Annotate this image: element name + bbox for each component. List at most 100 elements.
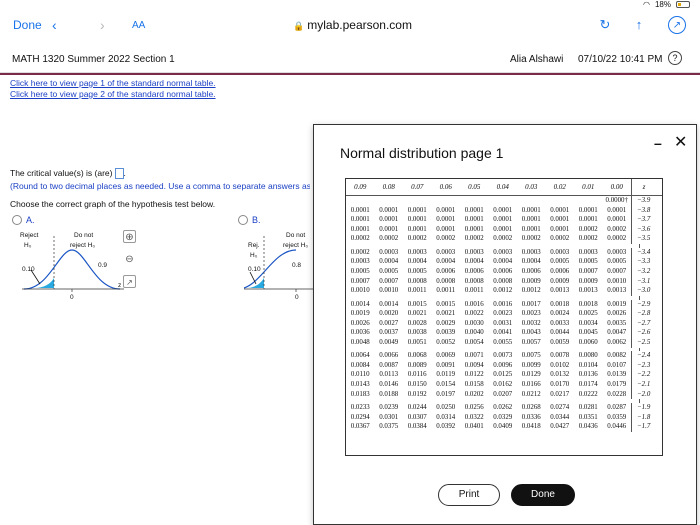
table-cell: 0.0010 — [350, 287, 370, 295]
table-cell: 0.0007 — [379, 277, 399, 285]
option-b[interactable]: B. — [238, 215, 261, 225]
table-cell: 0.0057 — [521, 338, 541, 346]
table-cell: 0.0040 — [464, 329, 484, 337]
close-icon[interactable]: ✕ — [674, 132, 687, 152]
done-dialog-button[interactable]: Done — [511, 484, 575, 506]
forward-chevron-icon[interactable]: › — [100, 17, 105, 33]
table-cell: 0.0001 — [379, 206, 399, 214]
graph-b-rej-label: Rej. — [248, 242, 260, 249]
back-chevron-icon[interactable]: ‹ — [52, 17, 57, 33]
table-cell: 0.0003 — [493, 248, 513, 256]
table-cell: 0.0274 — [550, 404, 570, 412]
column-header: 0.02 — [553, 183, 566, 191]
table-cell: 0.0001 — [521, 206, 541, 214]
browser-toolbar: Done ‹ › AA 🔒 mylab.pearson.com ↻ ↑ ↗ — [0, 10, 700, 40]
table-cell: 0.0069 — [436, 352, 456, 360]
table-cell: 0.0002 — [379, 235, 399, 243]
table-cell: 0.0007 — [578, 267, 598, 275]
graph-b: Rej. H₀ Do not reject H₀ 0.10 0.8 0 — [244, 228, 314, 304]
z-value: −3.0 — [631, 286, 656, 296]
table-cell: 0.0060 — [578, 338, 598, 346]
table-cell: 0.0007 — [350, 277, 370, 285]
table-cell: 0.0139 — [607, 371, 627, 379]
table-cell: 0.0043 — [521, 329, 541, 337]
table-cell: 0.0016 — [464, 300, 484, 308]
table-cell: 0.0004 — [521, 258, 541, 266]
z-value: −3.6 — [631, 224, 656, 235]
share-icon[interactable]: ↑ — [630, 16, 648, 34]
table-row: 0.0084 0.0087 0.0089 0.0091 0.0094 0.0096 0.00… — [346, 360, 662, 371]
z-value: −2.8 — [631, 309, 656, 319]
z-value: −3.9 — [631, 196, 656, 206]
table-cell: 0.0001 — [464, 216, 484, 224]
table-cell: 0.0068 — [407, 352, 427, 360]
table-cell: 0.0008 — [493, 277, 513, 285]
help-icon[interactable]: ? — [668, 51, 682, 65]
table-cell: 0.0073 — [493, 352, 513, 360]
link-table-page-1[interactable]: Click here to view page 1 of the standar… — [10, 78, 216, 89]
option-b-radio[interactable] — [238, 215, 248, 225]
z-value: −3.1 — [631, 276, 656, 287]
link-table-page-2[interactable]: Click here to view page 2 of the standar… — [10, 89, 216, 100]
z-value: −3.4 — [631, 247, 656, 258]
column-header: 0.08 — [382, 183, 395, 191]
table-row: 0.0005 0.0005 0.0005 0.0006 0.0006 0.0006 0.00… — [346, 266, 662, 277]
table-cell: 0.0005 — [407, 267, 427, 275]
table-cell: 0.0004 — [407, 258, 427, 266]
table-cell: 0.0048 — [350, 338, 370, 346]
table-cell: 0.0436 — [578, 423, 598, 431]
table-cell: 0.0146 — [379, 381, 399, 389]
table-cell: 0.0049 — [379, 338, 399, 346]
done-button[interactable]: Done — [13, 18, 42, 32]
critical-value-input[interactable] — [114, 168, 124, 180]
z-value: −2.1 — [631, 380, 656, 390]
column-header: 0.07 — [411, 183, 424, 191]
normal-table: 0.09 0.08 0.07 0.06 0.05 0.04 0.03 0.02 0.01 0.00… — [345, 178, 663, 456]
table-row: 0.0001 0.0001 0.0001 0.0001 0.0001 0.0001 0.00… — [346, 215, 662, 225]
option-a[interactable]: A. — [12, 215, 35, 225]
table-cell: 0.0262 — [493, 404, 513, 412]
table-cell: 0.0002 — [607, 225, 627, 233]
table-row: 0.0143 0.0146 0.0150 0.0154 0.0158 0.0162 0.01… — [346, 380, 662, 390]
zoom-out-icon[interactable]: ⊖ — [123, 253, 136, 266]
table-cell: 0.0018 — [550, 300, 570, 308]
table-cell: 0.0002 — [521, 235, 541, 243]
zoom-in-icon[interactable]: ⊕ — [123, 230, 136, 243]
table-cell: 0.0013 — [578, 287, 598, 295]
table-cell: 0.0007 — [607, 267, 627, 275]
table-cell: 0.0004 — [493, 258, 513, 266]
lock-icon: 🔒 — [293, 21, 305, 31]
table-cell: 0.0099 — [521, 361, 541, 369]
table-cell: 0.0003 — [550, 248, 570, 256]
table-cell: 0.0006 — [550, 267, 570, 275]
table-cell: 0.0091 — [436, 361, 456, 369]
table-cell: 0.0001 — [550, 225, 570, 233]
table-cell: 0.0427 — [550, 423, 570, 431]
option-a-radio[interactable] — [12, 215, 22, 225]
table-cell: 0.0008 — [464, 277, 484, 285]
table-cell: 0.0032 — [521, 319, 541, 327]
graph-a: Reject H₀ Do not reject H₀ 0.10 0.9 0 z — [14, 228, 164, 304]
z-value: −2.3 — [631, 360, 656, 371]
reader-text-size-button[interactable]: AA — [132, 20, 145, 31]
normal-table-dialog: Normal distribution page 1 – ✕ 0.09 0.08 0… — [313, 124, 697, 525]
table-cell: 0.0006 — [521, 267, 541, 275]
reload-icon[interactable]: ↻ — [596, 16, 614, 34]
table-cell: 0.0119 — [436, 371, 456, 379]
table-cell: 0.0192 — [407, 390, 427, 398]
table-cell: 0.0001 — [464, 206, 484, 214]
minimize-icon[interactable]: – — [654, 135, 662, 151]
table-cell: 0.0418 — [521, 423, 541, 431]
open-external-icon[interactable]: ↗ — [123, 275, 136, 288]
z-value: −1.8 — [631, 412, 656, 423]
table-cell: 0.0003 — [578, 248, 598, 256]
table-cell: 0.0002 — [578, 235, 598, 243]
z-value: −2.2 — [631, 370, 656, 381]
table-cell: 0.0001 — [607, 216, 627, 224]
compass-icon[interactable]: ↗ — [668, 16, 686, 34]
table-row: 0.0294 0.0301 0.0307 0.0314 0.0322 0.0329 0.03… — [346, 412, 662, 423]
column-header: 0.06 — [439, 183, 452, 191]
table-cell: 0.0047 — [607, 329, 627, 337]
address-bar[interactable]: 🔒 mylab.pearson.com — [285, 18, 420, 32]
print-button[interactable]: Print — [438, 484, 500, 506]
